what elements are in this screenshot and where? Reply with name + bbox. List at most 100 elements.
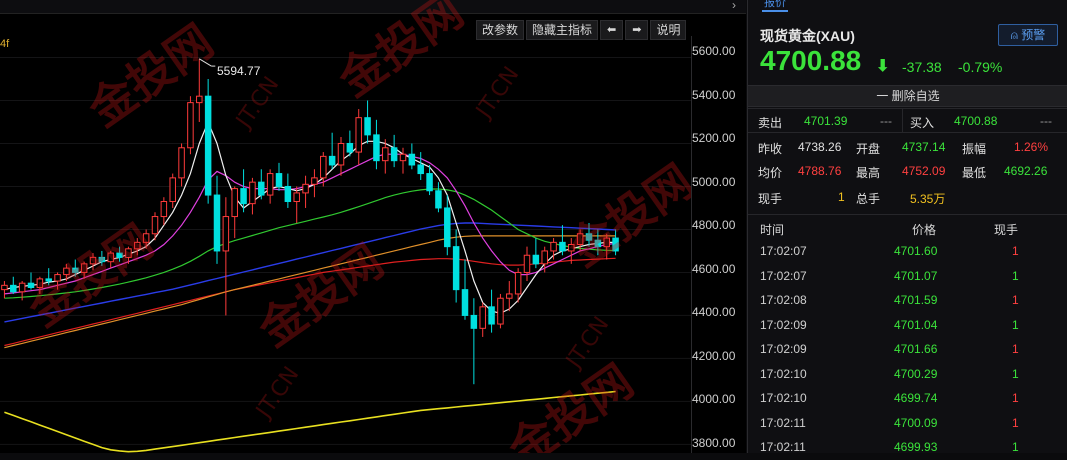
tick-vol: 1 bbox=[1012, 293, 1019, 307]
tick-row: 17:02:10 4699.74 1 bbox=[748, 387, 1067, 411]
chart-area[interactable]: › 金投网 金投网 金投网 金投网 金投网 金投网 JT.CN JT.CN JT… bbox=[0, 0, 746, 453]
candle-body bbox=[27, 282, 35, 288]
bid-ask-row: 卖出 4701.39 --- 买入 4700.88 --- bbox=[748, 110, 1067, 134]
candle-body bbox=[18, 282, 26, 293]
tick-price: 4700.29 bbox=[894, 366, 938, 381]
candle-body bbox=[196, 95, 203, 104]
candle-body bbox=[559, 241, 566, 252]
candle-body bbox=[523, 254, 531, 273]
candle-body bbox=[417, 164, 424, 175]
y-tick-label: 4600.00 bbox=[692, 262, 736, 276]
chart-top-strip bbox=[0, 0, 746, 14]
help-button[interactable]: 说明 bbox=[650, 20, 687, 40]
prev-close-label: 昨收 bbox=[758, 142, 783, 156]
candle-body bbox=[612, 237, 619, 252]
candlestick-chart[interactable] bbox=[0, 0, 691, 453]
stats-row-3: 现手 1 总手 5.35万 bbox=[748, 186, 1067, 210]
arrow-left-button[interactable]: ⬅ bbox=[600, 20, 624, 40]
peak-price-label: 5594.77 bbox=[217, 64, 261, 78]
tick-price: 4699.93 bbox=[894, 440, 938, 454]
tick-price: 4699.74 bbox=[894, 391, 938, 405]
tick-time: 17:02:10 bbox=[760, 391, 807, 405]
y-tick-label: 5200.00 bbox=[692, 131, 736, 145]
avg-price: 4788.76 bbox=[798, 164, 842, 178]
tick-time: 17:02:10 bbox=[760, 366, 807, 381]
candle-body bbox=[408, 153, 416, 166]
candle-body bbox=[80, 263, 88, 273]
candle-body bbox=[222, 216, 230, 252]
tick-vol: 1 bbox=[1012, 415, 1019, 430]
candle-body bbox=[63, 267, 70, 276]
open-label: 开盘 bbox=[856, 142, 881, 156]
candle-body bbox=[470, 314, 478, 329]
candle-body bbox=[240, 188, 247, 205]
candle-body bbox=[585, 233, 593, 241]
tick-row: 17:02:11 4699.93 1 bbox=[748, 436, 1067, 460]
hide-main-indicator-button[interactable]: 隐藏主指标 bbox=[526, 20, 599, 40]
col-time-header: 时间 bbox=[760, 223, 785, 237]
candle-body bbox=[320, 155, 327, 179]
candle-body bbox=[1, 284, 8, 291]
tab-quote[interactable]: 报价 bbox=[762, 0, 788, 12]
candle-body bbox=[550, 241, 557, 252]
open-price: 4737.14 bbox=[902, 140, 946, 154]
candle-body bbox=[337, 142, 345, 166]
candle-body bbox=[311, 177, 318, 185]
remove-watchlist-button[interactable]: 一 删除自选 bbox=[748, 85, 1067, 107]
quote-panel: 报价 现货黄金(XAU) ⍝ 预警 4700.88 ⬇ -37.38 -0.79… bbox=[747, 0, 1067, 454]
y-tick-label: 4800.00 bbox=[692, 218, 736, 232]
candle-body bbox=[452, 246, 460, 291]
tick-vol: 1 bbox=[1012, 244, 1019, 258]
stats-row-1: 昨收 4738.26 开盘 4737.14 振幅 1.26% bbox=[748, 136, 1067, 160]
candle-body bbox=[399, 153, 407, 162]
tick-row: 17:02:07 4701.07 1 bbox=[748, 265, 1067, 289]
divider bbox=[748, 214, 1067, 215]
ma20-line bbox=[4, 188, 616, 299]
candle-body bbox=[45, 278, 52, 282]
ma-yellow-line bbox=[4, 390, 616, 453]
candle-body bbox=[444, 207, 451, 248]
amplitude-label: 振幅 bbox=[962, 142, 987, 156]
candle-body bbox=[249, 181, 256, 205]
tick-row: 17:02:09 4701.66 1 bbox=[748, 338, 1067, 362]
ma5-line bbox=[4, 120, 616, 314]
candle-body bbox=[541, 250, 548, 265]
tick-time: 17:02:09 bbox=[760, 317, 807, 332]
tick-price: 4701.04 bbox=[894, 317, 938, 332]
candle-body bbox=[134, 241, 141, 250]
divider bbox=[748, 108, 1067, 109]
candle-body bbox=[89, 256, 97, 265]
last-price: 4700.88 bbox=[760, 45, 862, 76]
candle-body bbox=[231, 188, 238, 218]
candle-body bbox=[506, 293, 513, 299]
peak-marker bbox=[199, 58, 212, 67]
tick-row: 17:02:11 4700.09 1 bbox=[748, 412, 1067, 436]
candle-body bbox=[107, 252, 114, 263]
tick-vol: 1 bbox=[1012, 268, 1019, 283]
avg-label: 均价 bbox=[758, 166, 783, 180]
tick-time: 17:02:07 bbox=[760, 244, 807, 258]
candle-body bbox=[213, 194, 221, 252]
tick-row: 17:02:07 4701.60 1 bbox=[748, 240, 1067, 264]
candle-body bbox=[568, 244, 575, 252]
buy-price: 4700.88 bbox=[954, 114, 998, 128]
edit-params-button[interactable]: 改参数 bbox=[476, 20, 525, 40]
candle-body bbox=[594, 239, 602, 248]
symbol-name: 现货黄金(XAU) bbox=[760, 28, 855, 44]
candle-body bbox=[302, 183, 309, 194]
arrow-right-button[interactable]: ➡ bbox=[625, 20, 649, 40]
alert-button[interactable]: ⍝ 预警 bbox=[998, 24, 1058, 46]
arrow-down-icon: ⬇ bbox=[876, 58, 890, 75]
y-tick-label: 4200.00 bbox=[692, 349, 736, 363]
candle-body bbox=[532, 254, 540, 265]
y-tick-label: 5400.00 bbox=[692, 88, 736, 102]
chevron-right-icon[interactable]: › bbox=[732, 0, 736, 12]
current-vol: 1 bbox=[838, 190, 845, 204]
tick-vol: 1 bbox=[1012, 317, 1019, 332]
candle-body bbox=[576, 233, 584, 246]
candle-body bbox=[382, 147, 389, 162]
stats-row-2: 均价 4788.76 最高 4752.09 最低 4692.26 bbox=[748, 160, 1067, 184]
low-price: 4692.26 bbox=[1004, 164, 1048, 178]
tick-time: 17:02:07 bbox=[760, 268, 807, 283]
candle-body bbox=[514, 271, 522, 295]
